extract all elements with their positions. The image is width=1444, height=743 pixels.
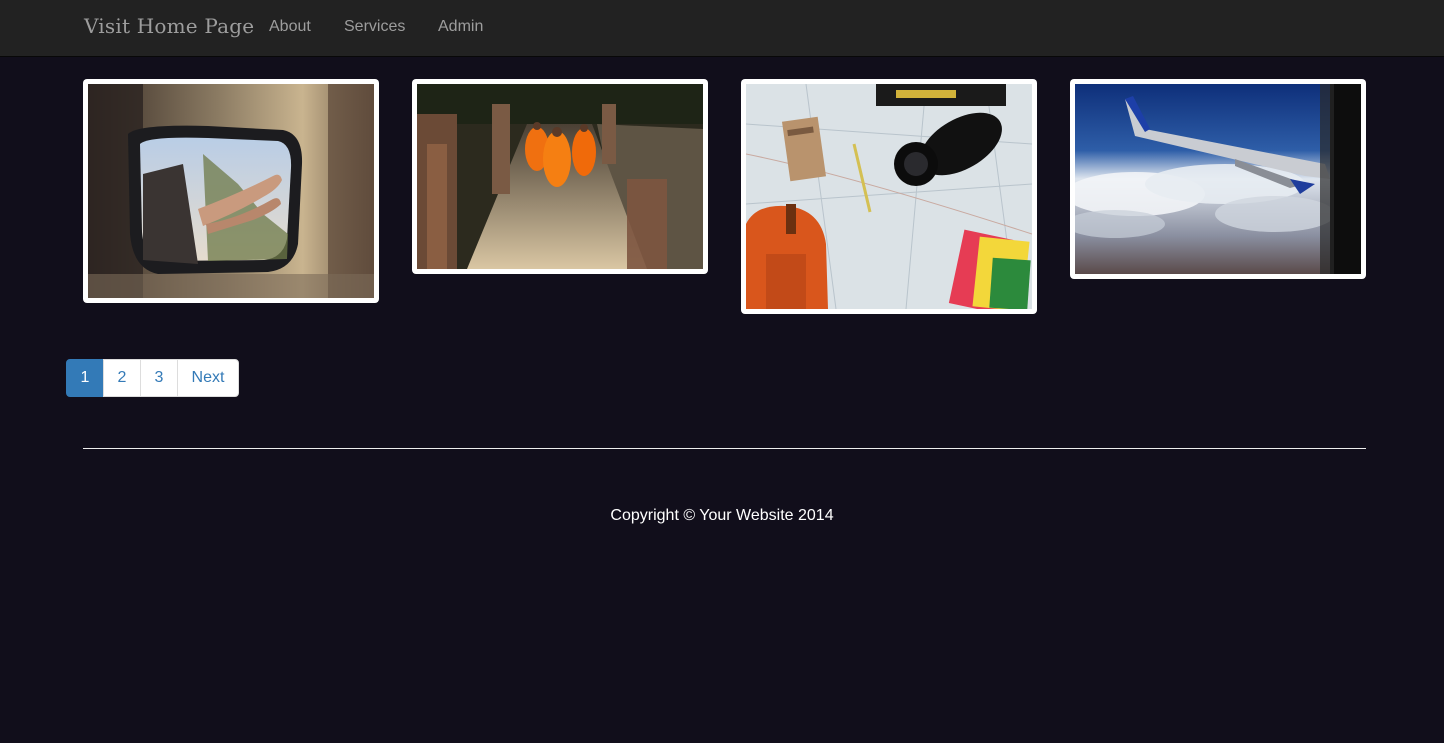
page-3-button[interactable]: 3 <box>140 359 178 397</box>
nav-link-about[interactable]: About <box>269 18 311 36</box>
airplane-wing-photo <box>1075 84 1361 274</box>
brand-link[interactable]: Visit Home Page <box>84 14 254 38</box>
thumbnail-car-mirror[interactable] <box>83 79 379 303</box>
monks-photo <box>417 84 703 269</box>
navbar: Visit Home Page About Services Admin <box>0 0 1444 57</box>
nav-link-services[interactable]: Services <box>344 18 405 36</box>
next-page-button[interactable]: Next <box>177 359 239 397</box>
thumbnail-airplane-wing[interactable] <box>1070 79 1366 279</box>
page-2-button[interactable]: 2 <box>103 359 141 397</box>
car-mirror-photo <box>88 84 374 298</box>
copyright-text: Copyright © Your Website 2014 <box>610 507 834 524</box>
pagination: 1 2 3 Next <box>66 359 239 397</box>
nav-link-admin[interactable]: Admin <box>438 18 483 36</box>
travel-flatlay-photo <box>746 84 1032 309</box>
page-1-button[interactable]: 1 <box>66 359 104 397</box>
footer-divider <box>83 448 1366 449</box>
thumbnail-monks[interactable] <box>412 79 708 274</box>
thumbnail-travel-flatlay[interactable] <box>741 79 1037 314</box>
